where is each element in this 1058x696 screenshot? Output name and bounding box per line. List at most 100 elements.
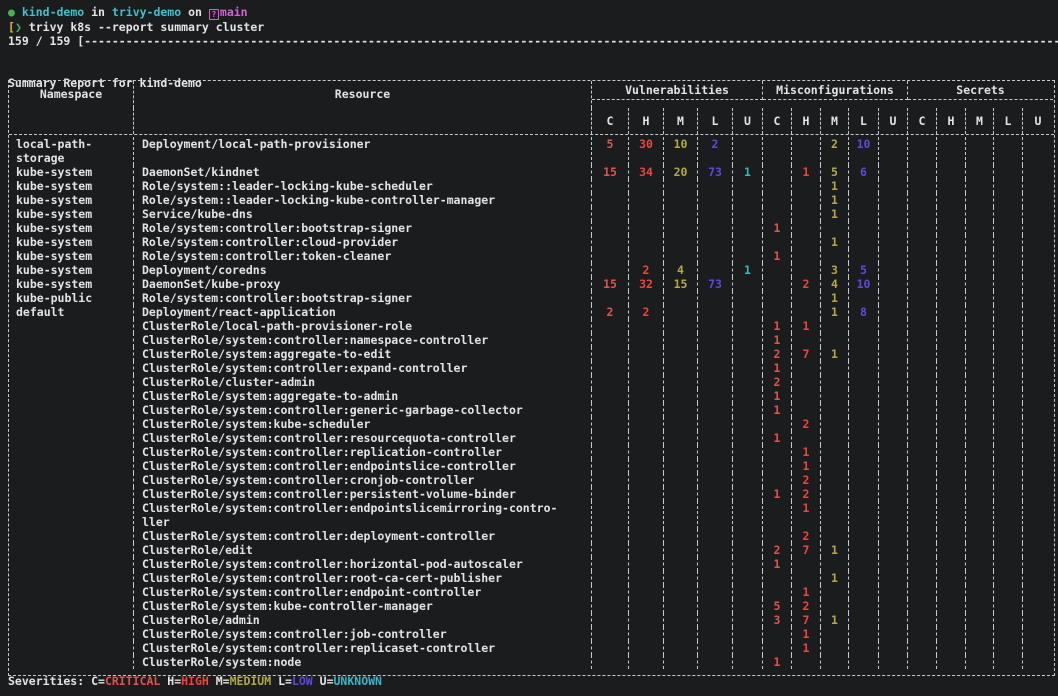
severity-count-cell bbox=[879, 403, 908, 417]
severity-count-cell bbox=[629, 599, 664, 613]
severity-count-cell bbox=[698, 221, 733, 235]
severity-count-cell bbox=[994, 585, 1023, 599]
severity-count-cell bbox=[994, 221, 1023, 235]
namespace-cell bbox=[9, 613, 134, 627]
resource-cell: ClusterRole/cluster-admin bbox=[134, 375, 592, 389]
resource-cell: ClusterRole/system:controller:replicatio… bbox=[134, 445, 592, 459]
severity-count-cell bbox=[763, 417, 792, 431]
severity-count-cell bbox=[592, 193, 629, 207]
legend-letter-c: C= bbox=[91, 674, 105, 688]
severity-count-cell bbox=[908, 361, 937, 375]
severity-count-cell bbox=[966, 179, 994, 193]
header-letter-h: H bbox=[937, 108, 966, 134]
severity-count-cell bbox=[1023, 249, 1053, 263]
severity-count-cell bbox=[763, 277, 792, 291]
severity-count-cell bbox=[629, 333, 664, 347]
severity-count-cell: 10 bbox=[664, 137, 698, 165]
severity-count-cell bbox=[937, 193, 966, 207]
severity-count-cell bbox=[698, 319, 733, 333]
table-row: ClusterRole/system:aggregate-to-admin1 bbox=[9, 389, 1054, 403]
severity-count-cell bbox=[664, 543, 698, 557]
severity-count-cell bbox=[698, 389, 733, 403]
table-row: ClusterRole/system:controller:replicaset… bbox=[9, 641, 1054, 655]
severity-count-cell bbox=[879, 571, 908, 585]
severity-count-cell bbox=[592, 403, 629, 417]
severity-count-cell bbox=[592, 179, 629, 193]
severity-count-cell bbox=[937, 263, 966, 277]
severity-count-cell bbox=[908, 249, 937, 263]
severity-count-cell bbox=[629, 627, 664, 641]
severity-count-cell: 2 bbox=[763, 347, 792, 361]
severity-count-cell bbox=[733, 235, 763, 249]
severity-count-cell bbox=[792, 403, 821, 417]
severity-count-cell: 73 bbox=[698, 165, 733, 179]
severity-count-cell bbox=[1023, 319, 1053, 333]
severity-count-cell bbox=[994, 627, 1023, 641]
severity-count-cell bbox=[908, 557, 937, 571]
severity-count-cell bbox=[908, 459, 937, 473]
table-row: ClusterRole/system:node1 bbox=[9, 655, 1054, 669]
severity-count-cell bbox=[592, 207, 629, 221]
severity-count-cell: 1 bbox=[821, 235, 849, 249]
severity-count-cell: 1 bbox=[763, 655, 792, 669]
severity-count-cell bbox=[629, 249, 664, 263]
severity-count-cell bbox=[763, 445, 792, 459]
severity-count-cell bbox=[1023, 291, 1053, 305]
resource-cell: ClusterRole/system:controller:root-ca-ce… bbox=[134, 571, 592, 585]
severity-count-cell bbox=[908, 375, 937, 389]
table-header-groups: Namespace Resource Vulnerabilities Misco… bbox=[9, 81, 1054, 108]
severity-count-cell bbox=[698, 333, 733, 347]
severity-count-cell bbox=[879, 333, 908, 347]
table-row: kube-systemDaemonSet/kindnet153420731156 bbox=[9, 165, 1054, 179]
severity-count-cell bbox=[994, 347, 1023, 361]
header-letter-m: M bbox=[821, 108, 849, 134]
severity-count-cell bbox=[629, 389, 664, 403]
severity-count-cell: 2 bbox=[763, 543, 792, 557]
severity-count-cell bbox=[698, 585, 733, 599]
legend-label-unknown: UNKNOWN bbox=[334, 674, 382, 688]
namespace-cell bbox=[9, 543, 134, 557]
severity-count-cell bbox=[879, 445, 908, 459]
severity-count-cell: 1 bbox=[821, 179, 849, 193]
severity-count-cell bbox=[664, 445, 698, 459]
severity-count-cell bbox=[792, 571, 821, 585]
severity-count-cell: 1 bbox=[792, 501, 821, 529]
severity-count-cell bbox=[994, 179, 1023, 193]
table-row: kube-systemDaemonSet/kube-proxy153215732… bbox=[9, 277, 1054, 291]
table-row: kube-systemRole/system::leader-locking-k… bbox=[9, 179, 1054, 193]
resource-cell: ClusterRole/system:controller:persistent… bbox=[134, 487, 592, 501]
severity-count-cell: 1 bbox=[821, 347, 849, 361]
severity-count-cell bbox=[966, 291, 994, 305]
severity-count-cell: 73 bbox=[698, 277, 733, 291]
severity-count-cell bbox=[937, 459, 966, 473]
severity-count-cell bbox=[994, 501, 1023, 529]
severity-count-cell: 1 bbox=[792, 585, 821, 599]
severity-count-cell bbox=[698, 235, 733, 249]
severity-count-cell bbox=[908, 165, 937, 179]
severity-count-cell: 2 bbox=[763, 375, 792, 389]
severity-count-cell: 1 bbox=[821, 305, 849, 319]
severity-count-cell bbox=[698, 249, 733, 263]
severity-count-cell bbox=[733, 627, 763, 641]
severity-count-cell: 1 bbox=[763, 403, 792, 417]
severity-count-cell bbox=[966, 557, 994, 571]
severity-count-cell bbox=[733, 529, 763, 543]
severity-count-cell bbox=[821, 431, 849, 445]
severity-count-cell: 2 bbox=[792, 473, 821, 487]
severity-count-cell bbox=[908, 473, 937, 487]
severity-count-cell bbox=[821, 249, 849, 263]
namespace-cell bbox=[9, 375, 134, 389]
severity-count-cell bbox=[1023, 263, 1053, 277]
severity-count-cell bbox=[698, 613, 733, 627]
namespace-cell bbox=[9, 459, 134, 473]
severity-count-cell bbox=[994, 235, 1023, 249]
severity-count-cell bbox=[733, 613, 763, 627]
header-letter-m: M bbox=[664, 108, 698, 134]
severity-count-cell bbox=[733, 557, 763, 571]
severity-count-cell bbox=[792, 137, 821, 165]
severity-count-cell bbox=[879, 585, 908, 599]
severity-count-cell bbox=[698, 179, 733, 193]
namespace-cell bbox=[9, 529, 134, 543]
severity-count-cell bbox=[763, 305, 792, 319]
severity-count-cell bbox=[733, 501, 763, 529]
